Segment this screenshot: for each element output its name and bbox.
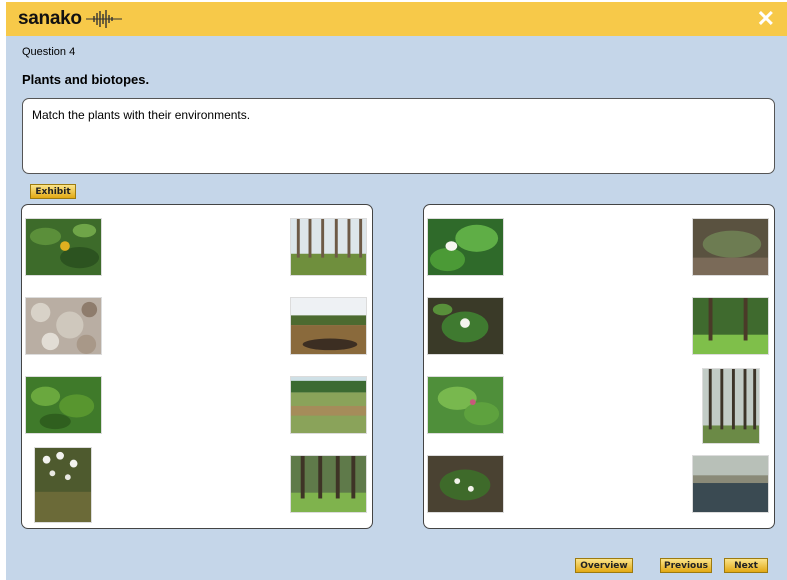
matching-panel-left bbox=[21, 204, 373, 529]
next-button[interactable]: Next bbox=[724, 558, 768, 573]
plant-photo[interactable] bbox=[427, 297, 504, 355]
biotope-photo[interactable] bbox=[290, 218, 367, 276]
question-title: Plants and biotopes. bbox=[22, 72, 150, 87]
instruction-box: Match the plants with their environments… bbox=[22, 98, 775, 174]
plant-photo[interactable] bbox=[427, 455, 504, 513]
biotope-photo[interactable] bbox=[290, 376, 367, 434]
plant-photo[interactable] bbox=[25, 297, 102, 355]
biotope-photo[interactable] bbox=[692, 218, 769, 276]
instruction-text: Match the plants with their environments… bbox=[32, 108, 251, 122]
biotope-photo[interactable] bbox=[692, 297, 769, 355]
overview-button[interactable]: Overview bbox=[575, 558, 633, 573]
waveform-icon bbox=[85, 10, 122, 28]
close-icon[interactable]: ✕ bbox=[757, 5, 775, 33]
matching-panel-right bbox=[423, 204, 775, 529]
biotope-photo[interactable] bbox=[702, 368, 760, 444]
biotope-photo[interactable] bbox=[290, 297, 367, 355]
plant-photo[interactable] bbox=[34, 447, 92, 523]
previous-button[interactable]: Previous bbox=[660, 558, 712, 573]
title-bar: sanako ✕ bbox=[6, 2, 787, 36]
exhibit-button[interactable]: Exhibit bbox=[30, 184, 76, 199]
sanako-logo: sanako bbox=[18, 8, 122, 30]
biotope-photo[interactable] bbox=[692, 455, 769, 513]
plant-photo[interactable] bbox=[427, 218, 504, 276]
plant-photo[interactable] bbox=[427, 376, 504, 434]
logo-text: sanako bbox=[18, 8, 82, 29]
biotope-photo[interactable] bbox=[290, 455, 367, 513]
question-area: Question 4 Plants and biotopes. Match th… bbox=[6, 36, 787, 580]
plant-photo[interactable] bbox=[25, 376, 102, 434]
plant-photo[interactable] bbox=[25, 218, 102, 276]
question-number: Question 4 bbox=[22, 46, 76, 58]
